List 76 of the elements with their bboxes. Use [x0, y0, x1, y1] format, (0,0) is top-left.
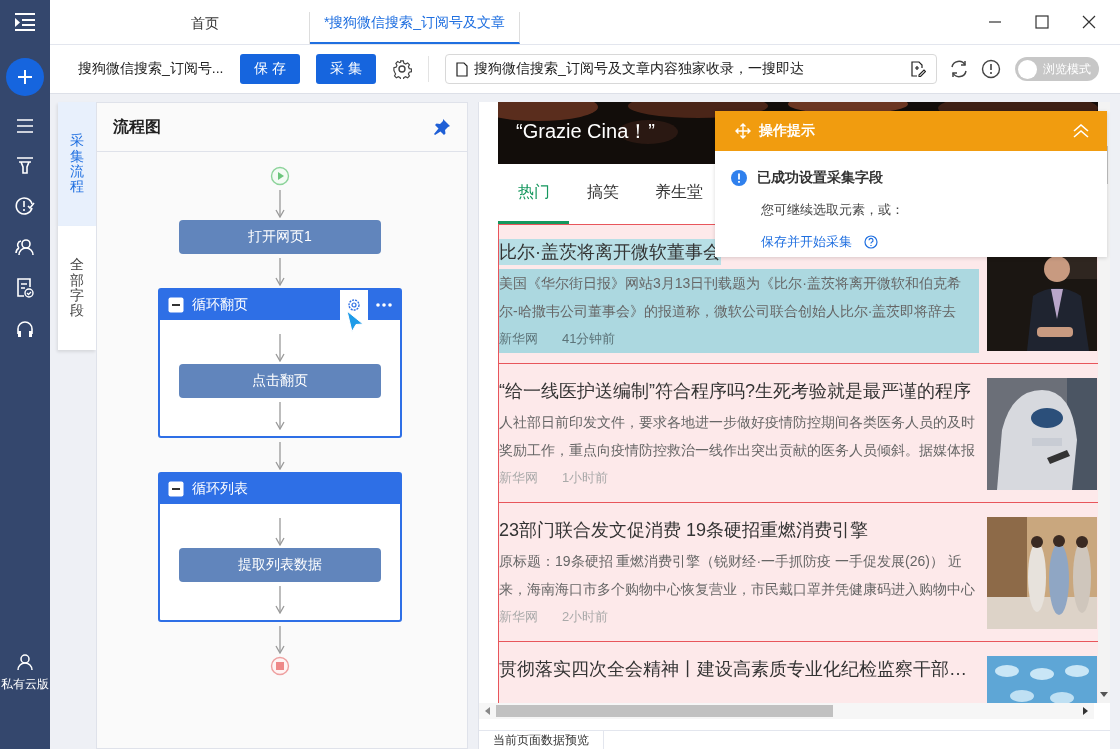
collapse-icon[interactable]	[168, 481, 184, 497]
loop-block[interactable]: 循环翻页 点击翻页	[158, 288, 402, 438]
more-icon[interactable]	[376, 303, 392, 307]
scroll-down-icon[interactable]	[1100, 692, 1108, 698]
scroll-left-icon[interactable]	[485, 707, 490, 715]
save-and-start-link[interactable]: 保存并开始采集	[761, 233, 852, 251]
pin-icon[interactable]	[433, 118, 451, 136]
side-tab[interactable]: 全部字段	[58, 226, 96, 350]
plus-icon	[16, 68, 34, 86]
flow-step[interactable]: 提取列表数据	[179, 548, 381, 582]
users-icon[interactable]	[15, 238, 35, 256]
article-time: 1小时前	[562, 469, 609, 487]
info-icon	[731, 170, 747, 186]
panel-title: 流程图	[113, 116, 161, 137]
menu-icon[interactable]	[14, 12, 36, 32]
refresh-icon[interactable]	[949, 59, 969, 79]
collapse-icon[interactable]	[168, 297, 184, 313]
task-name: 搜狗微信搜索_订阅号...	[78, 60, 225, 78]
loop-title: 循环列表	[192, 480, 249, 498]
connector-arrow	[274, 584, 286, 614]
connector-arrow	[274, 256, 286, 286]
article-card[interactable]: “给一线医护送编制”符合程序吗?生死考验就是最严谨的程序 人社部日前印发文件，要求各地进一步做好疫情防控期间各类医务人员的及时奖励工作，重点向疫情防控救治一线作出突出贡献的医务人员倾斜。据媒体报 新华网 1小时前	[498, 363, 1098, 502]
save-button[interactable]: 保 存	[240, 54, 300, 84]
flow-step[interactable]: 点击翻页	[179, 364, 381, 398]
edition-label[interactable]: 私有云版	[1, 676, 49, 693]
article-title[interactable]: “给一线医护送编制”符合程序吗?生死考验就是最严谨的程序	[499, 378, 971, 404]
connector-arrow	[274, 332, 286, 362]
loop-title: 循环翻页	[192, 296, 249, 314]
clock-icon[interactable]	[15, 196, 35, 216]
article-summary: 原标题：19条硬招 重燃消费引擎（锐财经·一手抓防疫 一手促发展(26)） 近来，海南海口市多个购物中心恢复营业，市民戴口罩并凭健康码进入购物中心	[499, 552, 976, 599]
news-tab[interactable]: 养生堂	[637, 164, 721, 224]
popup-title: 操作提示	[759, 122, 816, 140]
help-icon[interactable]	[864, 235, 878, 249]
list-icon[interactable]	[16, 118, 34, 134]
address-field[interactable]: 搜狗微信搜索_订阅号及文章内容独家收录，一搜即达	[445, 54, 937, 84]
popup-message: 已成功设置采集字段	[757, 169, 883, 187]
funnel-icon[interactable]	[16, 156, 34, 174]
article-summary: 人社部日前印发文件，要求各地进一步做好疫情防控期间各类医务人员的及时奖励工作，重点向疫情防控救治一线作出突出贡献的医务人员倾斜。据媒体报	[499, 413, 976, 460]
popup-hint: 您可继续选取元素，或：	[761, 201, 905, 219]
edit-page-icon[interactable]	[910, 61, 926, 77]
user-icon[interactable]	[17, 654, 33, 670]
article-source: 新华网	[499, 330, 538, 348]
flow-step[interactable]: 打开网页1	[179, 220, 381, 254]
maximize-icon[interactable]	[1035, 15, 1049, 29]
article-title[interactable]: 贯彻落实四次全会精神丨建设高素质专业化纪检监察干部…	[499, 656, 967, 682]
settings-icon[interactable]	[392, 59, 412, 79]
headset-icon[interactable]	[16, 320, 34, 338]
end-icon	[270, 656, 290, 676]
scroll-right-icon[interactable]	[1083, 707, 1088, 715]
document-check-icon[interactable]	[16, 278, 34, 298]
article-time: 41分钟前	[562, 330, 616, 348]
article-card[interactable]: 23部门联合发文促消费 19条硬招重燃消费引擎 原标题：19条硬招 重燃消费引擎（锐财经·一手抓防疫 一手促发展(26)） 近来，海南海口市多个购物中心恢复营业，市民戴口罩并凭健康码进入购物中心 新华网 2小时前	[498, 502, 1098, 641]
banner-caption[interactable]: “Grazie Cina！”	[516, 118, 655, 145]
cursor-icon	[346, 310, 364, 332]
page-icon	[456, 61, 468, 77]
info-icon[interactable]	[981, 59, 1001, 79]
article-source: 新华网	[499, 608, 538, 626]
article-title[interactable]: 23部门联合发文促消费 19条硬招重燃消费引擎	[499, 517, 869, 543]
article-card[interactable]: 贯彻落实四次全会精神丨建设高素质专业化纪检监察干部…	[498, 641, 1098, 704]
article-summary: 美国《华尔街日报》网站3月13日刊载题为《比尔·盖茨将离开微软和伯克希尔-哈撒韦公司董事会》的报道称，微软公司联合创始人比尔·盖茨即将辞去	[499, 274, 963, 321]
connector-arrow	[274, 440, 286, 470]
horizontal-scrollbar[interactable]	[479, 703, 1094, 719]
collect-button[interactable]: 采 集	[316, 54, 376, 84]
news-tab[interactable]: 搞笑	[569, 164, 637, 224]
connector-arrow	[274, 516, 286, 546]
start-icon	[270, 166, 290, 186]
connector-arrow	[274, 624, 286, 654]
article-source: 新华网	[499, 469, 538, 487]
tab[interactable]: 首页	[100, 12, 310, 44]
connector-arrow	[274, 400, 286, 430]
loop-block[interactable]: 循环列表 提取列表数据	[158, 472, 402, 622]
side-tab[interactable]: 采集流程	[58, 102, 96, 226]
add-button[interactable]	[6, 58, 44, 96]
close-icon[interactable]	[1082, 15, 1096, 29]
article-time: 2小时前	[562, 608, 609, 626]
connector-arrow	[274, 188, 286, 218]
